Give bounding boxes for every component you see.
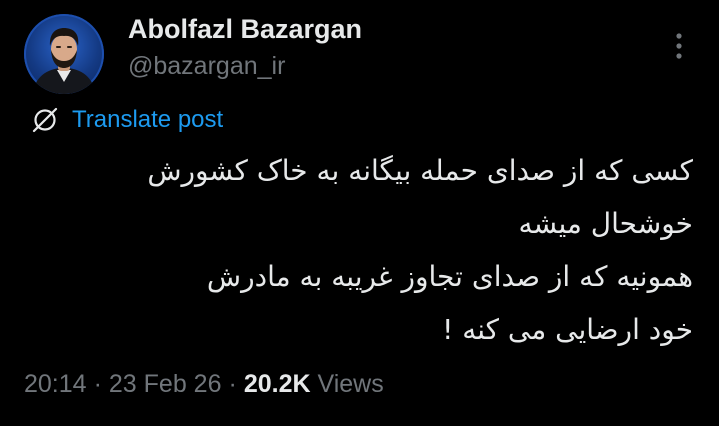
more-options-button[interactable] xyxy=(664,28,694,64)
tweet-text-line: کسی که از صدای حمله بیگانه به خاک کشورش xyxy=(147,154,693,187)
views-label: Views xyxy=(317,370,384,398)
globe-slash-icon xyxy=(32,107,58,133)
author-display-name[interactable]: Abolfazl Bazargan xyxy=(128,14,362,45)
more-vertical-icon xyxy=(676,33,682,59)
post-date[interactable]: 23 Feb 26 xyxy=(109,370,222,398)
tweet-text-line: خود ارضایی می کنه ! xyxy=(442,313,693,346)
post-metadata: 20:14 · 23 Feb 26 · 20.2K Views xyxy=(24,370,384,399)
tweet-text-line: خوشحال میشه xyxy=(518,207,693,240)
translate-post-button[interactable]: Translate post xyxy=(30,104,223,136)
author-handle[interactable]: @bazargan_ir xyxy=(128,52,285,81)
views-count: 20.2K xyxy=(243,370,311,398)
avatar-photo xyxy=(32,28,96,94)
tweet-text: کسی که از صدای حمله بیگانه به خاک کشورش … xyxy=(53,144,693,356)
translate-post-label: Translate post xyxy=(72,106,224,133)
meta-separator: · xyxy=(228,370,237,398)
meta-separator: · xyxy=(93,370,102,398)
tweet-text-line: همونیه که از صدای تجاوز غریبه به مادرش xyxy=(206,260,693,293)
post-time[interactable]: 20:14 xyxy=(24,370,87,398)
avatar[interactable] xyxy=(24,14,104,94)
